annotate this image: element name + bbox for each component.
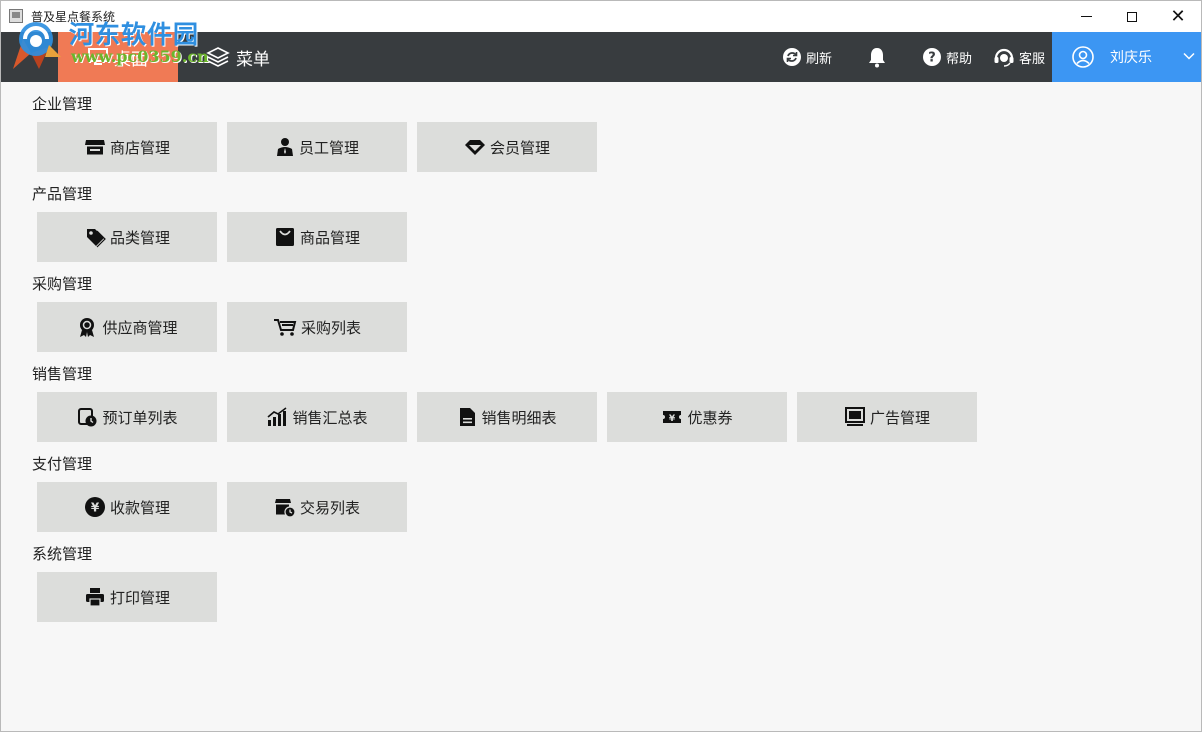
- tile-goods-management[interactable]: 商品管理: [227, 212, 407, 262]
- minimize-icon: [1080, 16, 1092, 17]
- tile-ad-management[interactable]: 广告管理: [797, 392, 977, 442]
- svg-text:¥: ¥: [91, 501, 100, 515]
- transaction-icon: [274, 499, 296, 518]
- minimize-button[interactable]: [1063, 1, 1109, 32]
- refresh-button[interactable]: 刷新: [782, 32, 832, 82]
- maximize-icon: [1127, 11, 1137, 22]
- section-title: 支付管理: [32, 455, 93, 473]
- headset-icon: [994, 48, 1014, 67]
- tile-label: 销售汇总表: [292, 408, 368, 427]
- section-title: 企业管理: [32, 95, 93, 113]
- layers-icon: [206, 47, 230, 67]
- svg-text:¥: ¥: [669, 414, 676, 424]
- nav-desktop-label: 桌面: [114, 49, 148, 70]
- chevron-down-icon[interactable]: [1182, 49, 1196, 63]
- tile-label: 广告管理: [869, 408, 930, 427]
- top-nav: 桌面 菜单 刷新 ? 帮助 客服 刘庆乐: [1, 32, 1201, 82]
- section-title: 产品管理: [32, 185, 93, 203]
- diamond-icon: [464, 140, 485, 155]
- tile-coupon[interactable]: ¥ 优惠券: [607, 392, 787, 442]
- refresh-icon: [783, 48, 801, 66]
- user-avatar-icon: [1072, 46, 1094, 68]
- customer-service-button[interactable]: 客服: [993, 32, 1045, 82]
- tile-label: 供应商管理: [102, 318, 178, 337]
- close-button[interactable]: ✕: [1155, 1, 1201, 32]
- tile-category-management[interactable]: 品类管理: [37, 212, 217, 262]
- refresh-label: 刷新: [806, 51, 833, 67]
- monitor-icon: [88, 48, 108, 65]
- help-button[interactable]: ? 帮助: [922, 32, 972, 82]
- tile-label: 商店管理: [109, 138, 170, 157]
- award-icon: [80, 318, 95, 337]
- tile-label: 员工管理: [298, 138, 359, 157]
- yen-icon: ¥: [84, 497, 105, 517]
- tag-icon: [86, 229, 106, 248]
- main-content: 企业管理 商店管理 员工管理 会员管理 产品管理 品类管理 商品管理 采购管理 …: [1, 82, 1201, 732]
- help-icon: ?: [923, 48, 941, 66]
- tile-purchase-list[interactable]: 采购列表: [227, 302, 407, 352]
- close-icon: ✕: [1170, 6, 1186, 27]
- service-label: 客服: [1019, 51, 1046, 67]
- monitor-icon: [844, 407, 865, 426]
- tile-reservation-list[interactable]: 预订单列表: [37, 392, 217, 442]
- svg-text:?: ?: [928, 51, 936, 66]
- notification-button[interactable]: [867, 32, 887, 82]
- window-title: 普及星点餐系统: [31, 10, 116, 24]
- bag-icon: [275, 228, 294, 246]
- tile-label: 交易列表: [299, 498, 360, 517]
- nav-menu-tab[interactable]: 菜单: [206, 32, 270, 82]
- app-window: 普及星点餐系统 ✕ 桌面 菜单 刷新 ? 帮助 客服 刘庆乐 河东软件园 www…: [0, 0, 1202, 732]
- tile-print-management[interactable]: 打印管理: [37, 572, 217, 622]
- tile-label: 会员管理: [489, 138, 550, 157]
- nav-desktop-tab[interactable]: 桌面: [58, 32, 178, 82]
- app-icon: [9, 9, 23, 23]
- employee-icon: [276, 138, 293, 156]
- section-title: 销售管理: [32, 365, 93, 383]
- tile-collection-management[interactable]: ¥ 收款管理: [37, 482, 217, 532]
- reservation-icon: [78, 408, 97, 427]
- maximize-button[interactable]: [1109, 1, 1155, 32]
- tile-label: 商品管理: [299, 228, 360, 247]
- chart-icon: [267, 407, 287, 426]
- help-label: 帮助: [946, 51, 973, 67]
- tile-label: 预订单列表: [102, 408, 178, 427]
- title-bar: 普及星点餐系统 ✕: [1, 1, 1201, 32]
- tile-member-management[interactable]: 会员管理: [417, 122, 597, 172]
- bell-icon: [869, 48, 885, 68]
- tile-sales-summary[interactable]: 销售汇总表: [227, 392, 407, 442]
- user-menu[interactable]: 刘庆乐: [1052, 32, 1201, 82]
- tile-transaction-list[interactable]: 交易列表: [227, 482, 407, 532]
- file-icon: [460, 408, 476, 426]
- coupon-icon: ¥: [663, 411, 682, 424]
- tile-sales-detail[interactable]: 销售明细表: [417, 392, 597, 442]
- user-name: 刘庆乐: [1110, 50, 1152, 66]
- tile-store-management[interactable]: 商店管理: [37, 122, 217, 172]
- tile-employee-management[interactable]: 员工管理: [227, 122, 407, 172]
- tile-label: 收款管理: [109, 498, 170, 517]
- tile-supplier-management[interactable]: 供应商管理: [37, 302, 217, 352]
- tile-label: 优惠券: [687, 408, 733, 427]
- section-title: 采购管理: [32, 275, 93, 293]
- tile-label: 采购列表: [300, 318, 361, 337]
- store-icon: [84, 140, 105, 155]
- tile-label: 品类管理: [109, 228, 170, 247]
- section-title: 系统管理: [32, 545, 93, 563]
- cart-icon: [273, 319, 297, 336]
- tile-label: 打印管理: [109, 588, 170, 607]
- tile-label: 销售明细表: [481, 408, 557, 427]
- printer-icon: [85, 588, 104, 607]
- nav-menu-label: 菜单: [236, 49, 270, 70]
